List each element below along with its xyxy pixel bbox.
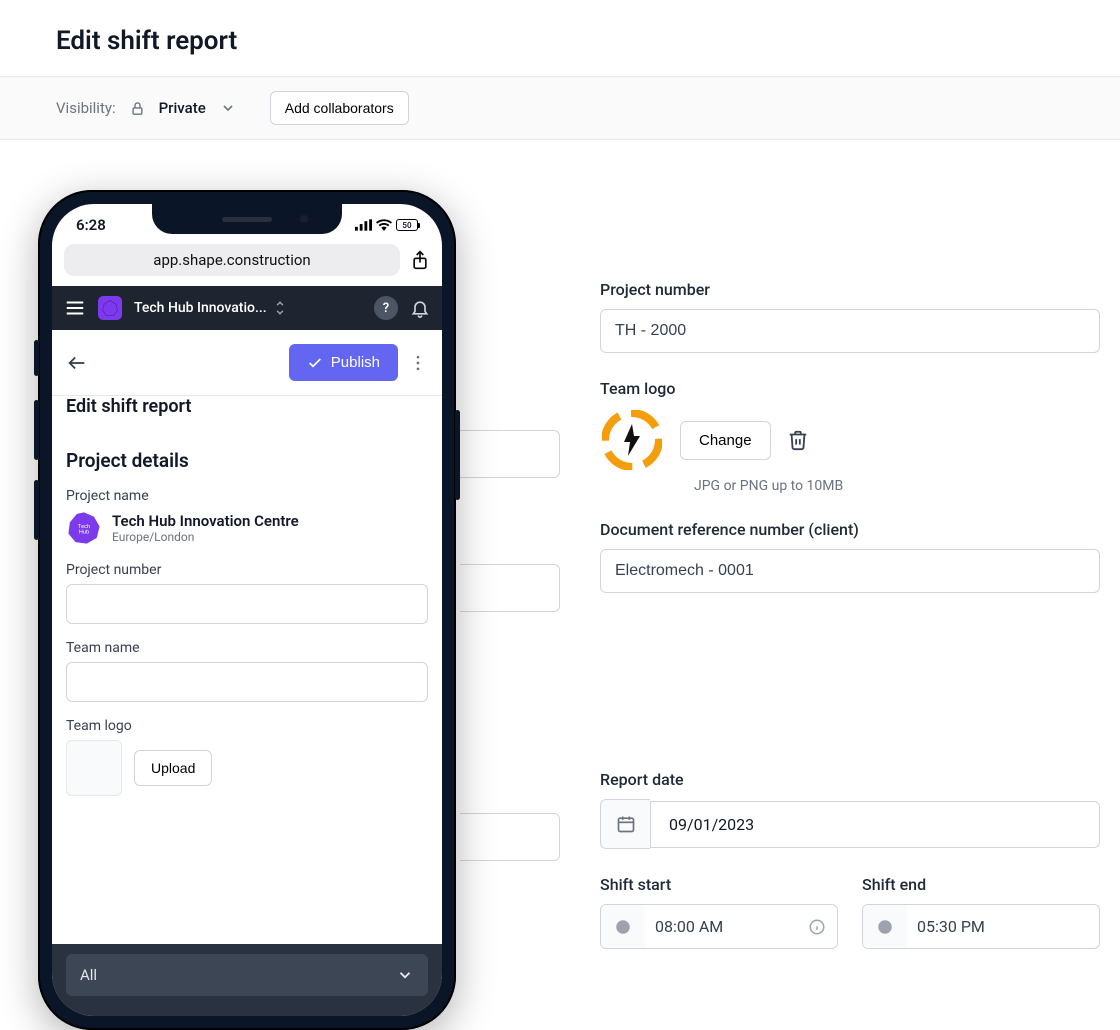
field-label: Shift end	[862, 875, 1100, 894]
shift-end-field: Shift end 05:30 PM	[862, 875, 1100, 949]
team-logo-field: Team logo Change JPG or PNG up to 10MB	[600, 379, 1100, 494]
page-title: Edit shift report	[0, 0, 1120, 76]
time-value: 08:00 AM	[645, 905, 797, 948]
share-icon[interactable]	[410, 249, 430, 271]
hidden-field	[460, 430, 560, 478]
publish-label: Publish	[331, 354, 380, 371]
field-label: Project number	[66, 562, 428, 578]
field-label: Project number	[600, 280, 1100, 299]
help-icon[interactable]: ?	[374, 296, 398, 320]
mobile-logo-placeholder	[66, 740, 122, 796]
chevron-down-icon[interactable]	[220, 100, 236, 116]
all-filter-select[interactable]: All	[66, 954, 428, 996]
field-label: Team name	[66, 640, 428, 656]
wifi-icon	[376, 219, 392, 231]
menu-icon[interactable]	[64, 297, 86, 319]
app-title-switcher[interactable]: Tech Hub Innovatio...	[134, 300, 362, 316]
chevron-down-icon	[396, 966, 414, 984]
info-icon[interactable]	[797, 918, 837, 936]
project-name: Tech Hub Innovation Centre	[112, 512, 299, 530]
report-date-input[interactable]: 09/01/2023	[650, 801, 1100, 848]
field-label: Report date	[600, 770, 1100, 789]
mobile-page-title: Edit shift report	[52, 396, 442, 431]
status-time: 6:28	[76, 216, 106, 234]
doc-ref-input[interactable]	[600, 549, 1100, 593]
publish-button[interactable]: Publish	[289, 344, 398, 381]
visibility-label: Visibility:	[56, 99, 116, 117]
project-timezone: Europe/London	[112, 530, 299, 544]
phone-notch	[152, 204, 342, 234]
field-label: Project name	[66, 488, 428, 504]
trash-icon[interactable]	[787, 429, 809, 451]
back-icon[interactable]	[66, 352, 88, 374]
field-label: Team logo	[66, 718, 428, 734]
hidden-field	[460, 813, 560, 861]
phone-device: 6:28 50 app.shape.construction	[38, 190, 456, 1030]
mobile-toolbar: Publish	[52, 330, 442, 396]
url-bar: app.shape.construction	[52, 238, 442, 286]
report-date-field: Report date 09/01/2023	[600, 770, 1100, 849]
signal-icon	[355, 219, 372, 231]
project-number-field: Project number	[600, 280, 1100, 353]
bell-icon[interactable]	[410, 298, 430, 318]
check-icon	[307, 355, 323, 371]
lock-icon	[130, 101, 145, 116]
project-number-input[interactable]	[600, 309, 1100, 353]
clock-icon	[863, 905, 907, 948]
mobile-body: Project details Project name TechHub Tec…	[52, 431, 442, 814]
mobile-team-name-input[interactable]	[66, 662, 428, 702]
time-value: 05:30 PM	[907, 905, 1099, 948]
field-label: Team logo	[600, 379, 1100, 398]
updown-icon	[273, 300, 287, 316]
visibility-value[interactable]: Private	[159, 99, 206, 117]
app-title: Tech Hub Innovatio...	[134, 300, 267, 316]
calendar-icon[interactable]	[600, 799, 650, 849]
upload-button[interactable]: Upload	[134, 750, 212, 786]
shift-end-input[interactable]: 05:30 PM	[862, 904, 1100, 949]
visibility-bar: Visibility: Private Add collaborators	[0, 76, 1120, 140]
change-logo-button[interactable]: Change	[680, 421, 771, 460]
kebab-icon[interactable]	[408, 353, 428, 373]
team-logo-preview	[600, 408, 664, 472]
shift-start-field: Shift start 08:00 AM	[600, 875, 838, 949]
mobile-project-number-input[interactable]	[66, 584, 428, 624]
battery-icon: 50	[396, 219, 418, 231]
app-header: Tech Hub Innovatio... ?	[52, 286, 442, 330]
add-collaborators-button[interactable]: Add collaborators	[270, 91, 409, 125]
doc-ref-field: Document reference number (client)	[600, 520, 1100, 593]
clock-icon	[601, 905, 645, 948]
all-label: All	[80, 966, 97, 984]
project-display: TechHub Tech Hub Innovation Centre Europ…	[66, 510, 428, 546]
app-logo	[98, 296, 122, 320]
bottom-tab-bar: All	[52, 944, 442, 1016]
svg-text:Hub: Hub	[79, 530, 89, 536]
shift-start-input[interactable]: 08:00 AM	[600, 904, 838, 949]
field-label: Document reference number (client)	[600, 520, 1100, 539]
url-field[interactable]: app.shape.construction	[64, 244, 400, 276]
hidden-field	[460, 564, 560, 612]
project-logo: TechHub	[66, 510, 102, 546]
section-title: Project details	[66, 449, 428, 472]
logo-hint: JPG or PNG up to 10MB	[694, 478, 1100, 494]
field-label: Shift start	[600, 875, 838, 894]
